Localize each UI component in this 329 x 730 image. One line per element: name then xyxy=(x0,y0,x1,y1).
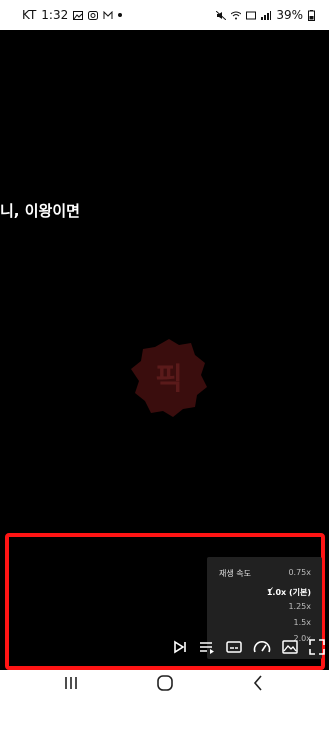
player-controls xyxy=(170,637,328,657)
speed-option-0-75[interactable]: 0.75x xyxy=(288,568,311,577)
carrier-label: KT xyxy=(22,8,37,22)
speed-icon xyxy=(253,641,271,653)
svg-text:픽: 픽 xyxy=(155,362,183,397)
clock: 1:32 xyxy=(41,8,69,22)
home-icon[interactable] xyxy=(155,672,175,694)
gmail-icon xyxy=(103,10,113,19)
back-icon[interactable] xyxy=(250,672,266,694)
status-left: KT 1:32 xyxy=(22,8,123,22)
status-bar: KT 1:32 39% xyxy=(0,0,329,30)
wifi-icon xyxy=(231,11,242,19)
notification-dot-icon xyxy=(118,13,123,17)
picture-button[interactable] xyxy=(280,637,300,657)
signal-icon xyxy=(261,10,272,20)
subtitles-button[interactable] xyxy=(224,637,244,657)
next-icon xyxy=(174,640,186,654)
status-right: 39% xyxy=(216,8,315,22)
playlist-button[interactable] xyxy=(197,637,217,657)
system-nav-bar xyxy=(0,670,329,730)
speed-option-1-5[interactable]: 1.5x xyxy=(294,618,311,627)
mute-icon xyxy=(216,10,227,20)
subtitles-icon xyxy=(226,641,242,653)
speed-option-1-25[interactable]: 1.25x xyxy=(288,602,311,611)
battery-percent: 39% xyxy=(276,8,303,22)
next-button[interactable] xyxy=(170,637,190,657)
picture-icon xyxy=(282,640,298,654)
speed-button[interactable] xyxy=(252,637,272,657)
fullscreen-button[interactable] xyxy=(307,637,327,657)
instagram-icon xyxy=(88,10,99,20)
battery-icon xyxy=(308,9,315,21)
gallery-icon xyxy=(73,10,84,20)
speed-menu-title: 재생 속도 xyxy=(219,569,251,578)
watermark-logo: 픽 xyxy=(131,339,207,417)
volte-icon xyxy=(246,11,257,19)
speed-option-1-0[interactable]: 1.0x (기본) xyxy=(267,587,311,598)
subtitle-text: 니, 이왕이면 xyxy=(0,202,80,220)
fullscreen-icon xyxy=(309,639,325,655)
recent-apps-icon[interactable] xyxy=(63,672,79,694)
playlist-icon xyxy=(200,642,214,654)
